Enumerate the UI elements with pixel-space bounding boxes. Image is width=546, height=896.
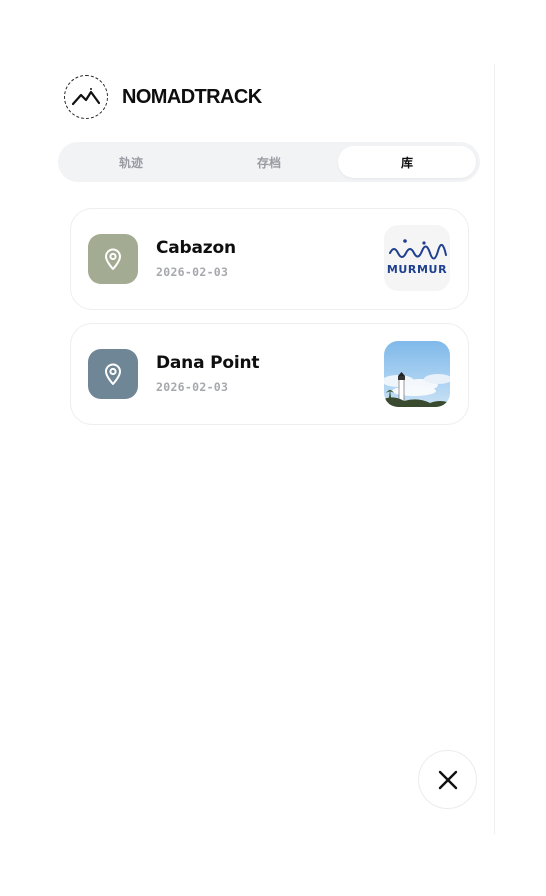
item-thumbnail[interactable]	[384, 341, 450, 407]
library-item[interactable]: Cabazon 2026-02-03 MURMUR	[70, 208, 469, 310]
location-badge	[88, 234, 138, 284]
close-icon	[438, 770, 457, 789]
app-header: NOMADTRACK	[64, 74, 262, 120]
item-title: Cabazon	[156, 238, 236, 258]
item-date: 2026-02-03	[156, 380, 229, 394]
mountain-logo-icon	[64, 75, 108, 119]
item-date: 2026-02-03	[156, 265, 229, 279]
map-pin-icon	[105, 248, 121, 270]
murmur-wave-icon	[389, 239, 447, 260]
close-button[interactable]	[418, 750, 477, 809]
tab-tracks[interactable]: 轨迹	[62, 146, 200, 178]
library-item[interactable]: Dana Point 2026-02-03	[70, 323, 469, 425]
location-badge	[88, 349, 138, 399]
map-pin-icon	[105, 363, 121, 385]
tab-bar: 轨迹 存档 库	[58, 142, 480, 182]
item-title: Dana Point	[156, 353, 260, 373]
lighthouse-photo	[384, 341, 450, 407]
murmur-logo-text: MURMUR	[386, 263, 448, 276]
item-thumbnail[interactable]: MURMUR	[384, 225, 450, 291]
tab-library[interactable]: 库	[338, 146, 476, 178]
tab-archive[interactable]: 存档	[200, 146, 338, 178]
panel-divider	[494, 64, 495, 834]
brand-name: NOMADTRACK	[122, 85, 262, 108]
